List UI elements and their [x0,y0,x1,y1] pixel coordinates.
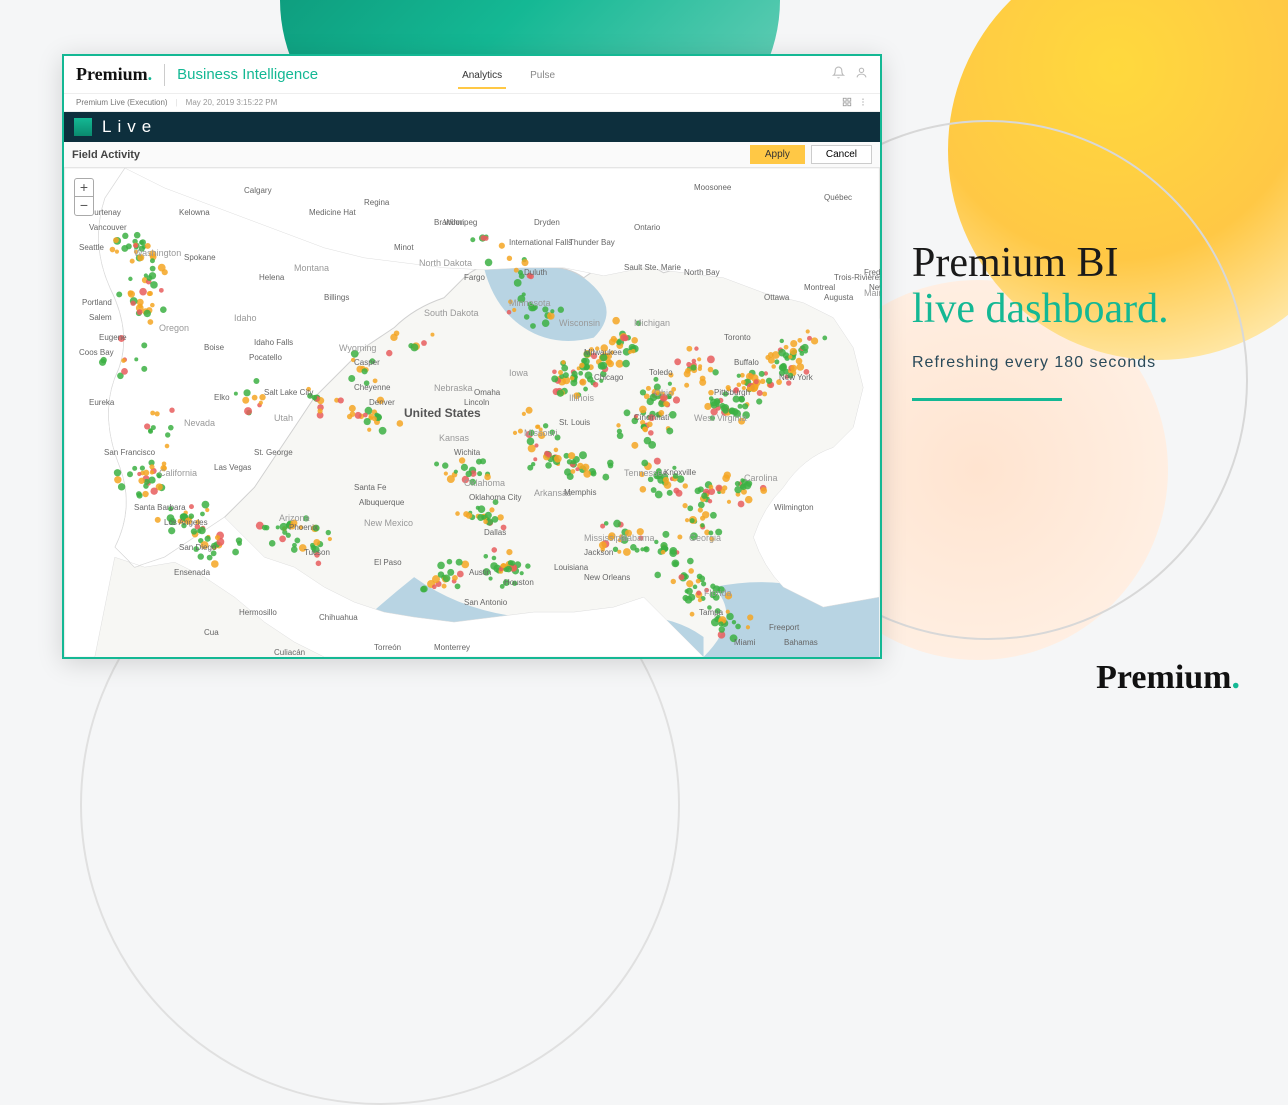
promo-title-2: live dashboard. [912,286,1169,332]
brand-logo: Premium. [76,64,152,85]
promo-title-1: Premium BI [912,240,1169,286]
tab-pulse[interactable]: Pulse [526,60,559,89]
zoom-control: + − [74,178,94,216]
map-toolbar: Field Activity Apply Cancel [64,142,880,168]
bi-logo-icon [74,118,92,136]
panel-title: Field Activity [72,149,140,161]
promo-subtitle: Refreshing every 180 seconds [912,354,1169,372]
layout-icon[interactable] [842,97,852,109]
map-area[interactable]: + − United States SeattlePortlandSalemVa… [64,168,880,657]
header-tabs: Analytics Pulse [458,60,559,89]
brand-name: Premium [76,64,148,84]
apply-button[interactable]: Apply [750,145,805,164]
more-icon[interactable] [858,97,868,109]
timestamp: May 20, 2019 3:15:22 PM [186,98,278,107]
bell-icon[interactable] [832,66,845,84]
live-title-bar: Live [64,112,880,142]
footer-brand-dot: . [1232,659,1241,696]
app-header: Premium. Business Intelligence Analytics… [64,56,880,94]
zoom-in-button[interactable]: + [75,179,93,197]
brand-separator [164,64,165,86]
brand-dot: . [148,64,153,84]
app-window: Premium. Business Intelligence Analytics… [62,54,882,659]
promo-underline [912,398,1062,401]
map-svg [64,168,880,657]
breadcrumb-sep: | [176,98,178,107]
cancel-button[interactable]: Cancel [811,145,872,164]
footer-brand-name: Premium [1096,659,1231,696]
promo-block: Premium BI live dashboard. Refreshing ev… [912,240,1169,401]
header-icons [832,66,868,84]
sub-header: Premium Live (Execution) | May 20, 2019 … [64,94,880,112]
live-title: Live [102,117,157,137]
zoom-out-button[interactable]: − [75,197,93,215]
tab-analytics[interactable]: Analytics [458,60,506,89]
footer-brand: Premium. [1096,659,1240,697]
breadcrumb[interactable]: Premium Live (Execution) [76,98,168,107]
brand-subtitle: Business Intelligence [177,66,318,83]
user-icon[interactable] [855,66,868,84]
